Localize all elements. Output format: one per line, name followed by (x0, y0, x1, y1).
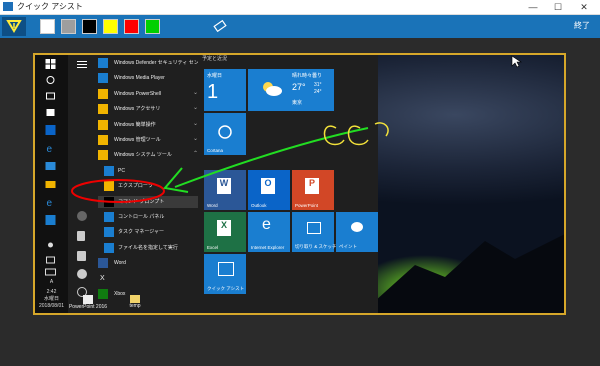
red-circle-annotation (71, 179, 165, 203)
green-arrow-head (163, 167, 189, 193)
green-arrow-line (174, 127, 369, 188)
mouse-cursor-icon (511, 55, 522, 68)
yellow-scribble-3 (374, 122, 389, 137)
annotation-layer (71, 55, 522, 203)
